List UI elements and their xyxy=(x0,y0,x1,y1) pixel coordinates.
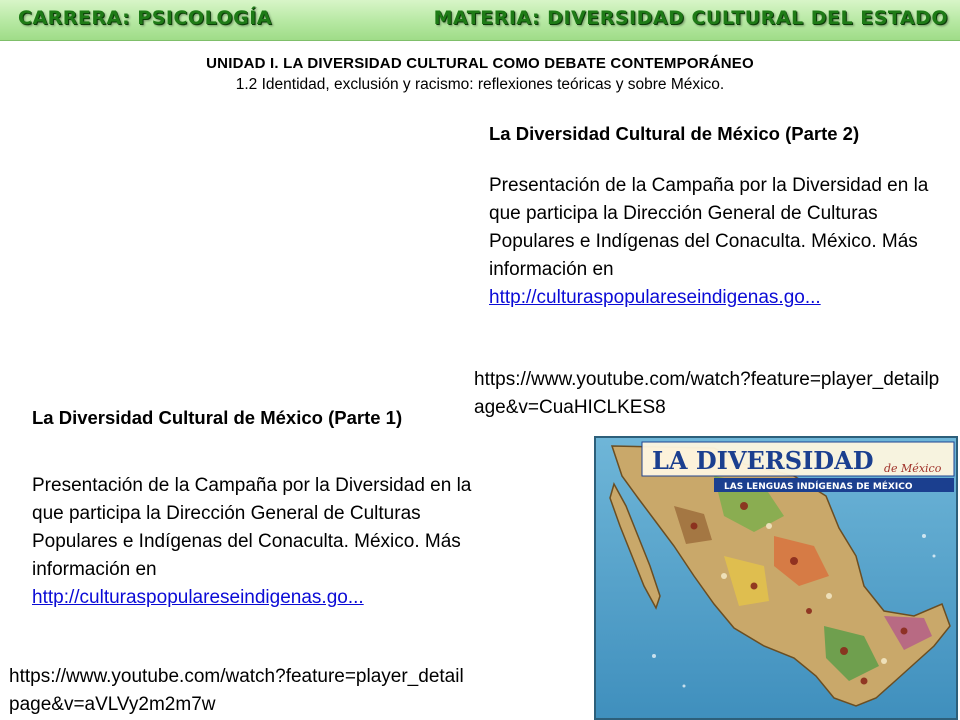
map-title-small: de México xyxy=(884,462,942,475)
video-part1-youtube-url[interactable]: https://www.youtube.com/watch?feature=pl… xyxy=(9,663,469,719)
video-part2-title: La Diversidad Cultural de México (Parte … xyxy=(489,123,860,144)
map-subtitle: LAS LENGUAS INDÍGENAS DE MÉXICO xyxy=(724,480,913,492)
video-part2-description: Presentación de la Campaña por la Divers… xyxy=(489,172,951,312)
video-part2-info-link[interactable]: http://culturaspopulareseindigenas.go... xyxy=(489,284,951,312)
video-part1-title: La Diversidad Cultural de México (Parte … xyxy=(32,407,403,428)
map-illustration: LA DIVERSIDAD de México LAS LENGUAS INDÍ… xyxy=(594,436,958,720)
subject-label: MATERIA: DIVERSIDAD CULTURAL DEL ESTADO xyxy=(433,7,948,29)
video-part2-youtube-url[interactable]: https://www.youtube.com/watch?feature=pl… xyxy=(474,366,942,422)
career-label: CARRERA: PSICOLOGÍA xyxy=(18,7,273,29)
header-banner: CARRERA: PSICOLOGÍA MATERIA: DIVERSIDAD … xyxy=(0,0,960,41)
video-part2-description-text: Presentación de la Campaña por la Divers… xyxy=(489,175,929,280)
unit-title: UNIDAD I. LA DIVERSIDAD CULTURAL COMO DE… xyxy=(206,55,754,72)
video-part1-description: Presentación de la Campaña por la Divers… xyxy=(32,472,487,612)
video-part1-info-link[interactable]: http://culturaspopulareseindigenas.go... xyxy=(32,584,487,612)
mexico-diversity-map-image: LA DIVERSIDAD de México LAS LENGUAS INDÍ… xyxy=(594,436,958,720)
map-title: LA DIVERSIDAD xyxy=(652,446,874,475)
video-part1-description-text: Presentación de la Campaña por la Divers… xyxy=(32,475,472,580)
unit-subtitle: 1.2 Identidad, exclusión y racismo: refl… xyxy=(235,76,725,93)
